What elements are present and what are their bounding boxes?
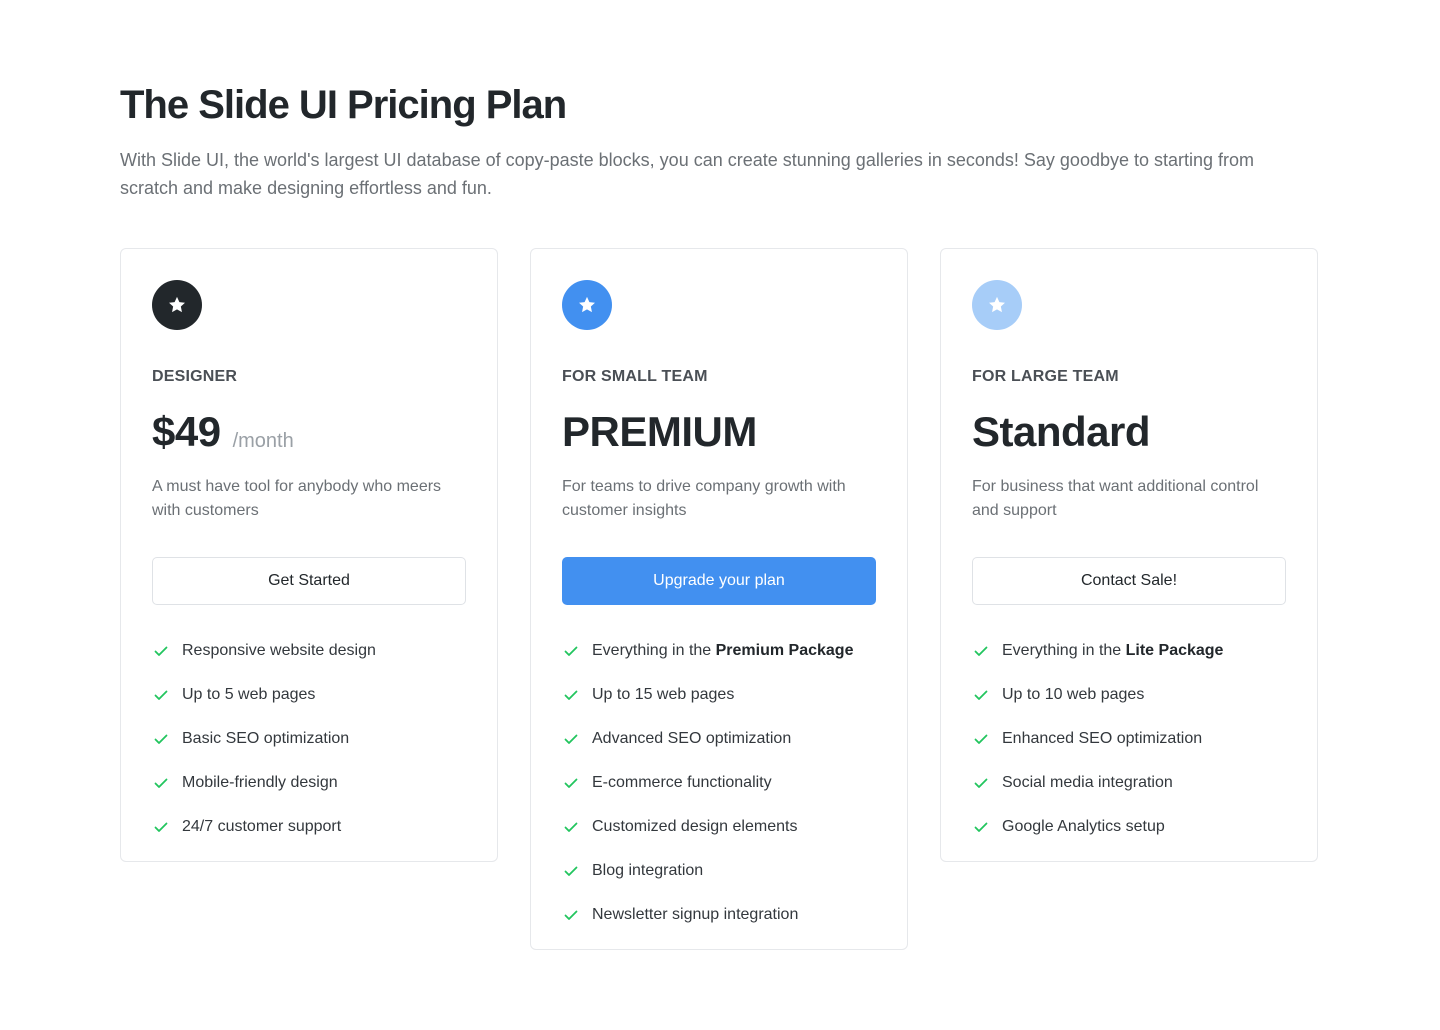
check-icon xyxy=(562,774,580,792)
feature-text: E-commerce functionality xyxy=(592,774,772,791)
feature-item: Responsive website design xyxy=(152,629,466,673)
check-icon xyxy=(152,642,170,660)
feature-text: Social media integration xyxy=(1002,774,1173,791)
plan-headline: PREMIUM xyxy=(562,407,876,457)
plan-headline: Standard xyxy=(972,407,1286,457)
check-icon xyxy=(972,642,990,660)
check-icon xyxy=(562,862,580,880)
feature-list: Everything in the Lite Package Up to 10 … xyxy=(972,629,1286,849)
pricing-card-designer: DESIGNER $49 /month A must have tool for… xyxy=(120,248,498,862)
feature-item: Advanced SEO optimization xyxy=(562,717,876,761)
star-icon xyxy=(169,296,185,313)
feature-text: Responsive website design xyxy=(182,642,376,659)
plan-badge xyxy=(972,280,1022,330)
plan-name: PREMIUM xyxy=(562,408,757,455)
plan-headline: $49 /month xyxy=(152,407,466,457)
plan-tier: FOR SMALL TEAM xyxy=(562,368,708,385)
feature-text-prefix: Everything in the xyxy=(592,642,716,659)
check-icon xyxy=(972,730,990,748)
feature-text: Newsletter signup integration xyxy=(592,906,799,923)
plan-description: A must have tool for anybody who meers w… xyxy=(152,478,442,519)
feature-item: Enhanced SEO optimization xyxy=(972,717,1286,761)
check-icon xyxy=(152,818,170,836)
feature-text: Blog integration xyxy=(592,862,704,879)
page-title: The Slide UI Pricing Plan xyxy=(120,83,567,127)
feature-text: Enhanced SEO optimization xyxy=(1002,730,1203,747)
feature-item: Up to 5 web pages xyxy=(152,673,466,717)
feature-item: Social media integration xyxy=(972,761,1286,805)
feature-text: Up to 10 web pages xyxy=(1002,686,1145,703)
plan-description: For teams to drive company growth with c… xyxy=(562,478,846,519)
feature-text: Up to 15 web pages xyxy=(592,686,735,703)
check-icon xyxy=(152,730,170,748)
check-icon xyxy=(972,686,990,704)
plan-badge xyxy=(562,280,612,330)
check-icon xyxy=(562,642,580,660)
feature-item: Up to 10 web pages xyxy=(972,673,1286,717)
plan-tier: DESIGNER xyxy=(152,368,238,385)
feature-item: Newsletter signup integration xyxy=(562,893,876,937)
feature-text: Everything in the Premium Package xyxy=(592,642,853,660)
pricing-card-premium: FOR SMALL TEAM PREMIUM For teams to driv… xyxy=(530,248,908,950)
check-icon xyxy=(562,730,580,748)
check-icon xyxy=(152,774,170,792)
feature-item: Everything in the Premium Package xyxy=(562,629,876,673)
feature-text-prefix: Everything in the xyxy=(1002,642,1126,659)
plan-price: $49 xyxy=(152,408,221,455)
feature-text: Up to 5 web pages xyxy=(182,686,316,703)
feature-item: Mobile-friendly design xyxy=(152,761,466,805)
feature-item: 24/7 customer support xyxy=(152,805,466,849)
upgrade-plan-button[interactable]: Upgrade your plan xyxy=(562,557,876,605)
feature-item: Blog integration xyxy=(562,849,876,893)
feature-item: Up to 15 web pages xyxy=(562,673,876,717)
check-icon xyxy=(972,818,990,836)
feature-item: E-commerce functionality xyxy=(562,761,876,805)
star-icon xyxy=(989,296,1005,313)
feature-text: 24/7 customer support xyxy=(182,818,342,835)
check-icon xyxy=(562,818,580,836)
star-icon xyxy=(579,296,595,313)
feature-item: Basic SEO optimization xyxy=(152,717,466,761)
check-icon xyxy=(562,906,580,924)
feature-text-bold: Premium Package xyxy=(715,642,854,659)
feature-item: Google Analytics setup xyxy=(972,805,1286,849)
plan-tier: FOR LARGE TEAM xyxy=(972,368,1119,385)
pricing-card-standard: FOR LARGE TEAM Standard For business tha… xyxy=(940,248,1318,862)
plan-name: Standard xyxy=(972,408,1151,455)
feature-text: Mobile-friendly design xyxy=(182,774,338,791)
feature-text-bold: Lite Package xyxy=(1125,642,1224,659)
plan-badge xyxy=(152,280,202,330)
feature-text: Advanced SEO optimization xyxy=(592,730,792,747)
feature-list: Responsive website design Up to 5 web pa… xyxy=(152,629,466,849)
feature-item: Everything in the Lite Package xyxy=(972,629,1286,673)
feature-text: Customized design elements xyxy=(592,818,798,835)
get-started-button[interactable]: Get Started xyxy=(152,557,466,605)
feature-text: Everything in the Lite Package xyxy=(1002,642,1223,660)
contact-sale-button[interactable]: Contact Sale! xyxy=(972,557,1286,605)
plan-period: /month xyxy=(232,430,294,452)
check-icon xyxy=(562,686,580,704)
check-icon xyxy=(152,686,170,704)
feature-item: Customized design elements xyxy=(562,805,876,849)
page-description: With Slide UI, the world's largest UI da… xyxy=(120,150,1255,198)
feature-text: Google Analytics setup xyxy=(1002,818,1165,835)
plan-description: For business that want additional contro… xyxy=(972,478,1259,519)
check-icon xyxy=(972,774,990,792)
feature-list: Everything in the Premium Package Up to … xyxy=(562,629,876,937)
feature-text: Basic SEO optimization xyxy=(182,730,350,747)
